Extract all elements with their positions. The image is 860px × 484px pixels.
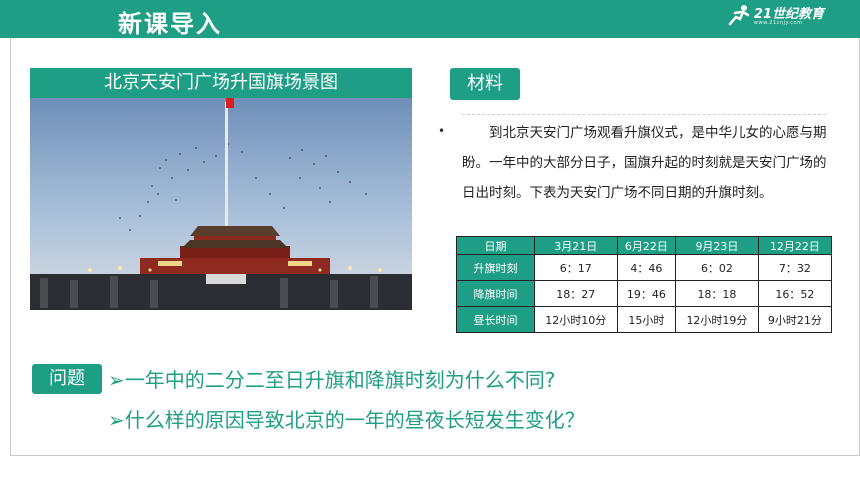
table-cell: 6：17 xyxy=(534,254,618,281)
row-label: 昼长时间 xyxy=(456,306,535,333)
row-label: 降旗时间 xyxy=(456,280,535,307)
table-header-cell: 12月22日 xyxy=(757,236,833,255)
logo: 21世纪教育 www.21cnjy.com xyxy=(726,4,824,26)
table-row: 升旗时刻 6：17 4：46 6：02 7：32 xyxy=(456,254,833,281)
table-header-cell: 9月23日 xyxy=(675,236,759,255)
table-cell: 7：32 xyxy=(757,254,833,281)
tiananmen-flag-raising-photo xyxy=(30,98,412,310)
question-line-2: ➢什么样的原因导致北京的一年的昼夜长短发生变化？ xyxy=(108,408,585,432)
flag-time-table: 日期 3月21日 6月22日 9月23日 12月22日 升旗时刻 6：17 4：… xyxy=(456,236,833,333)
table-header-cell: 3月21日 xyxy=(534,236,618,255)
section-title: 新课导入 xyxy=(118,10,222,38)
material-paragraph: 到北京天安门广场观看升旗仪式，是中华儿女的心愿与期盼。一年中的大部分日子，国旗升… xyxy=(462,125,827,201)
table-header-row: 日期 3月21日 6月22日 9月23日 12月22日 xyxy=(456,236,833,255)
table-cell: 6：02 xyxy=(675,254,759,281)
dashed-divider xyxy=(462,114,826,115)
table-row: 降旗时间 18：27 19：46 18：18 16：52 xyxy=(456,280,833,307)
table-cell: 19：46 xyxy=(616,280,677,307)
table-row: 昼长时间 12小时10分 15小时 12小时19分 9小时21分 xyxy=(456,306,833,333)
image-title: 北京天安门广场升国旗场景图 xyxy=(30,68,412,98)
runner-logo-icon xyxy=(728,5,750,26)
header-bar: 新课导入 21世纪教育 www.21cnjy.com xyxy=(0,0,860,38)
question-tag: 问题 xyxy=(32,364,102,394)
row-label: 升旗时刻 xyxy=(456,254,535,281)
logo-subtext: www.21cnjy.com xyxy=(753,20,803,26)
table-cell: 4：46 xyxy=(616,254,677,281)
table-cell: 12小时10分 xyxy=(534,306,618,333)
question-line-1: ➢一年中的二分二至日升旗和降旗时刻为什么不同? xyxy=(108,368,556,392)
bullet-marker: • xyxy=(438,124,446,138)
table-header-cell: 6月22日 xyxy=(616,236,677,255)
table-cell: 9小时21分 xyxy=(757,306,833,333)
table-header-cell: 日期 xyxy=(456,236,535,255)
table-cell: 15小时 xyxy=(616,306,677,333)
material-tag: 材料 xyxy=(450,68,520,100)
table-cell: 18：27 xyxy=(534,280,618,307)
table-cell: 12小时19分 xyxy=(675,306,759,333)
table-cell: 18：18 xyxy=(675,280,759,307)
table-cell: 16：52 xyxy=(757,280,833,307)
